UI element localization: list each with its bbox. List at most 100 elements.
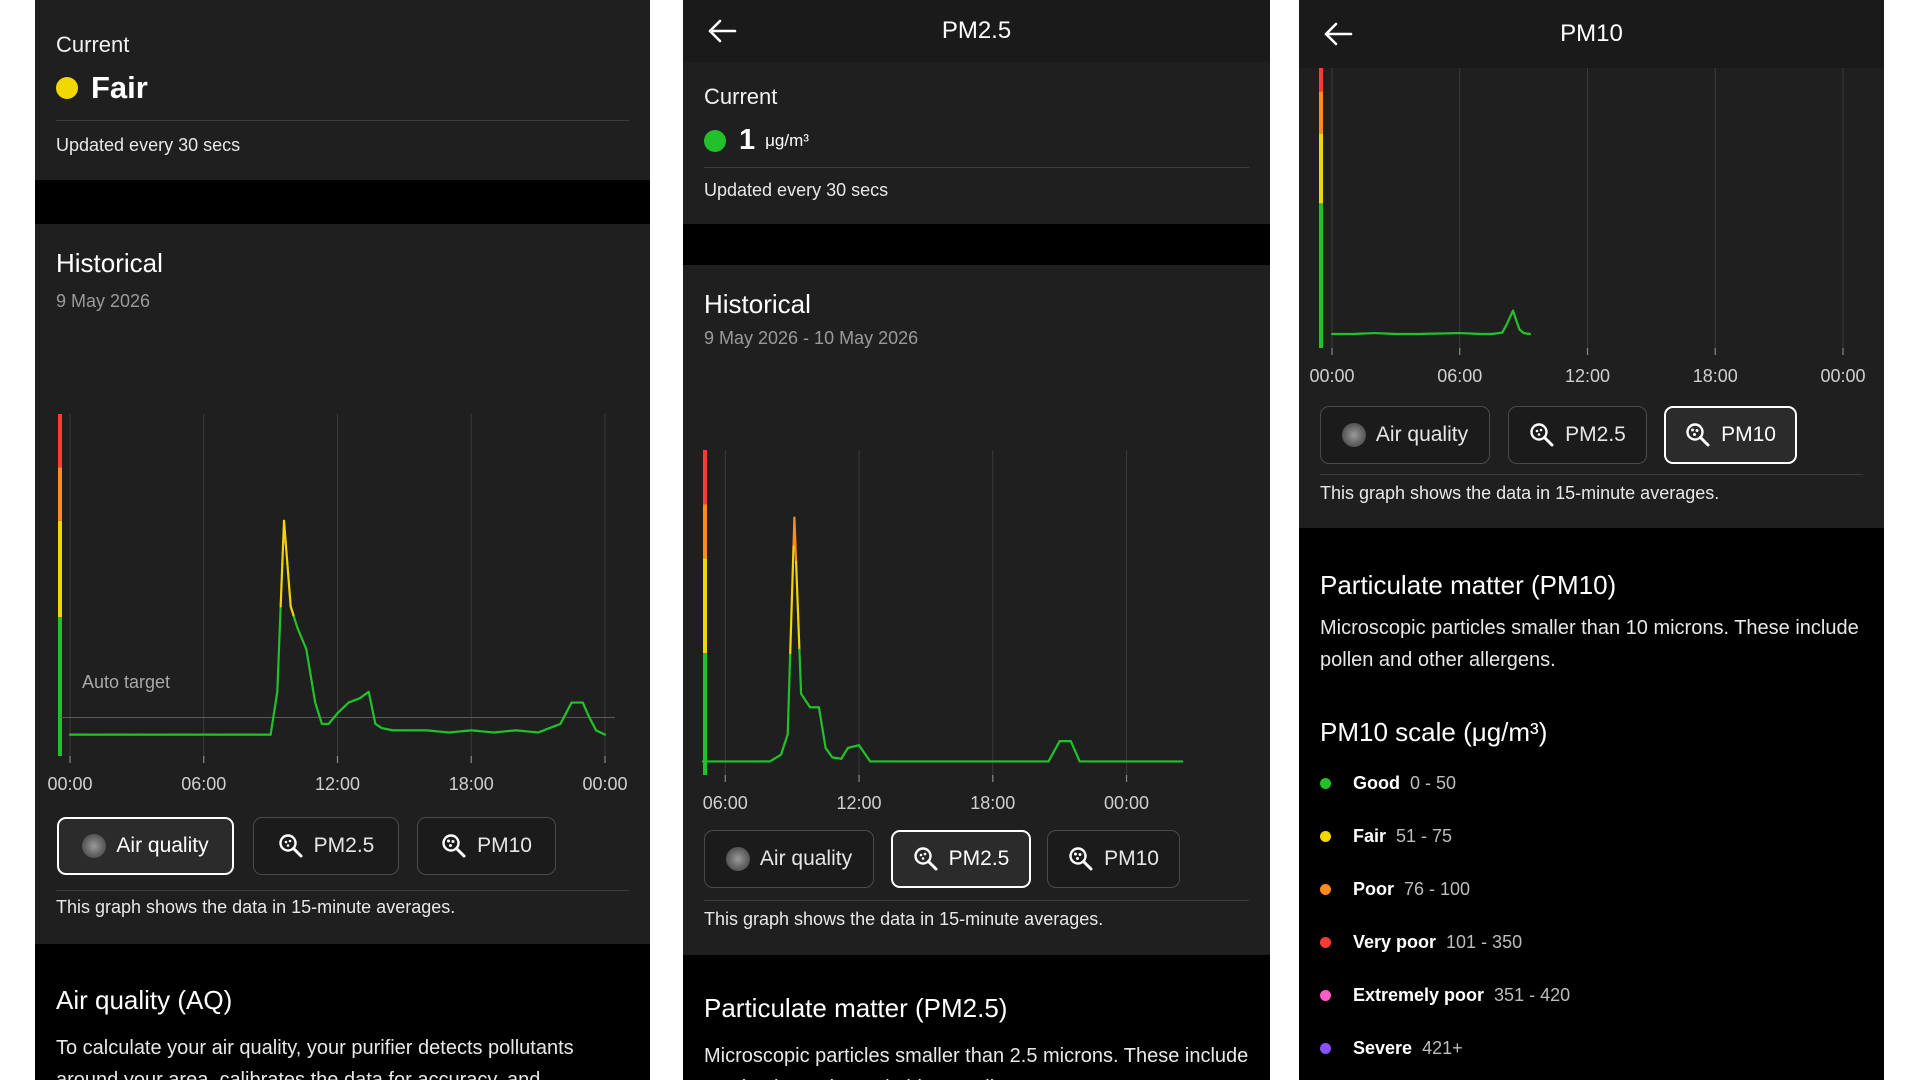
series-segment (793, 516, 797, 541)
scale-item: Fair 51 - 75 (1320, 826, 1452, 847)
severity-band (1319, 91, 1323, 134)
x-tick-label: 12:00 (836, 793, 882, 813)
air-quality-icon (1341, 423, 1366, 447)
page-title: PM2.5 (941, 17, 1012, 44)
severity-band (58, 414, 62, 468)
update-note: Updated every 30 secs (704, 180, 889, 200)
series-segment (277, 626, 281, 651)
series-segment (280, 562, 284, 587)
x-tick-label: 00:00 (47, 774, 93, 794)
severity-band (1319, 68, 1323, 92)
page-title: PM10 (1560, 20, 1623, 47)
current-status: Fair (56, 70, 629, 106)
graph-note: This graph shows the data in 15-minute a… (1320, 483, 1720, 503)
magnifier-icon (913, 846, 939, 872)
series-segment (285, 551, 289, 565)
scale-name: Good (1353, 773, 1400, 793)
back-arrow-icon[interactable] (707, 19, 737, 43)
section-text: Microscopic particles smaller than 2.5 m… (704, 1045, 1249, 1080)
current-card: Current 1 μg/m³ Updated every 30 secs (683, 62, 1270, 224)
section-text: To calculate your air quality, your puri… (56, 1037, 574, 1080)
tab-air-quality[interactable]: Air quality (704, 830, 874, 888)
x-tick-label: 18:00 (448, 774, 494, 794)
scale-range: 351 - 420 (1494, 985, 1571, 1005)
section-title: Particulate matter (PM10) (1320, 570, 1617, 600)
x-tick-label: 12:00 (314, 774, 361, 794)
severity-band (58, 617, 62, 756)
scale-dot (1320, 778, 1331, 789)
severity-band (58, 520, 62, 618)
series-segment (786, 706, 790, 736)
tab-pm10[interactable]: PM10 (417, 817, 556, 875)
tab-pm25[interactable]: PM2.5 (1508, 406, 1647, 464)
scale-name: Severe (1353, 1038, 1413, 1058)
magnifier-icon (441, 833, 467, 859)
tab-air-quality[interactable]: Air quality (57, 817, 234, 875)
tab-pm25[interactable]: PM2.5 (253, 817, 399, 875)
scale-item: Poor 76 - 100 (1320, 879, 1470, 900)
x-tick-label: 00:00 (582, 774, 628, 794)
x-tick-label: 18:00 (1692, 366, 1738, 386)
x-tick-label: 12:00 (1564, 366, 1611, 386)
series-segment (795, 582, 799, 607)
series-segment (798, 648, 802, 673)
severity-band (703, 653, 707, 775)
tab-pm10[interactable]: PM10 (1664, 406, 1797, 464)
series-segment (787, 679, 791, 709)
current-label: Current (56, 32, 130, 57)
x-tick-label: 00:00 (1820, 366, 1866, 386)
scale-dot (1320, 884, 1331, 895)
graph-note: This graph shows the data in 15-minute a… (56, 897, 456, 917)
series-segment (799, 670, 803, 695)
x-tick-label: 18:00 (970, 793, 1016, 813)
series-segment (282, 519, 286, 533)
magnifier-icon (278, 833, 304, 859)
divider (704, 167, 1249, 168)
tab-pm25[interactable]: PM2.5 (891, 830, 1031, 888)
auto-target-label: Auto target (82, 672, 171, 692)
series-segment (277, 648, 281, 672)
status-dot (56, 77, 78, 99)
tab-air-quality[interactable]: Air quality (1320, 406, 1490, 464)
series-segment (286, 562, 290, 576)
phone-screen-pm10: PM10 00:00 06:00 12:00 18:00 00:00 Air quali… (1299, 0, 1884, 1080)
phone-screen-air-quality: Current Fair Updated every 30 secs Histo… (35, 0, 650, 1080)
divider (56, 120, 629, 121)
tab-pm10[interactable]: PM10 (1047, 830, 1180, 888)
current-value: Fair (91, 70, 148, 105)
series-segment (791, 543, 795, 573)
scale-item: Very poor 101 - 350 (1320, 932, 1522, 953)
severity-band (58, 467, 62, 521)
scale-title: PM10 scale (μg/m³) (1320, 717, 1548, 747)
scale-item: Good 0 - 50 (1320, 773, 1456, 794)
scale-item: Extremely poor 351 - 420 (1320, 985, 1570, 1006)
historical-card: Historical 9 May 2026 00:00 06:00 12:00 18:… (35, 224, 650, 944)
severity-band (1319, 133, 1323, 204)
scale-dot (1320, 831, 1331, 842)
severity-band (1319, 203, 1323, 348)
series-segment (288, 594, 292, 608)
series-segment (287, 573, 291, 587)
status-dot (704, 129, 726, 152)
scale-name: Extremely poor (1353, 985, 1485, 1005)
series-segment (794, 560, 799, 585)
back-arrow-icon[interactable] (1323, 22, 1353, 46)
series-segment (789, 597, 793, 628)
scale-item: Severe 421+ (1320, 1038, 1463, 1059)
current-unit: μg/m³ (765, 130, 809, 150)
divider (704, 900, 1249, 901)
x-tick-label: 06:00 (1437, 366, 1483, 386)
series-segment (602, 732, 607, 736)
current-value: 1 (739, 124, 756, 156)
scale-range: 51 - 75 (1396, 826, 1453, 846)
divider (56, 890, 629, 891)
current-status: 1 μg/m³ (704, 124, 1249, 157)
divider (1320, 474, 1863, 475)
x-tick-label: 06:00 (702, 793, 748, 813)
title-bar: PM10 (1299, 0, 1884, 68)
severity-band (703, 450, 707, 505)
magnifier-icon (1685, 422, 1711, 448)
section-title: Particulate matter (PM2.5) (704, 993, 1008, 1023)
x-tick-label: 00:00 (1309, 366, 1355, 386)
scale-range: 76 - 100 (1404, 879, 1471, 899)
